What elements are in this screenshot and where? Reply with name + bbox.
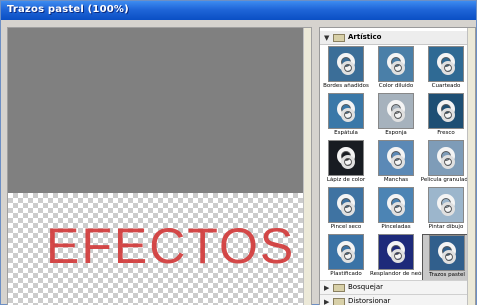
filter-label: Lápiz de color [326, 177, 366, 183]
knot-graphic [341, 249, 355, 263]
knot-graphic [341, 155, 355, 169]
filter-label: Espátula [334, 130, 358, 136]
knot-graphic [391, 202, 405, 216]
filter-thumbnail [328, 46, 364, 82]
category-distorsionar[interactable]: ▶ Distorsionar [320, 294, 469, 305]
filter-label: Pinceladas [381, 224, 411, 230]
filter-thumbnail [428, 187, 464, 223]
knot-graphic [441, 155, 455, 169]
category-label: Distorsionar [348, 297, 391, 305]
folder-icon [333, 34, 345, 42]
chevron-right-icon: ▶ [324, 284, 330, 292]
filter-thumbnail [429, 235, 465, 271]
filter-tile[interactable]: Fresco [422, 93, 470, 141]
filter-tile[interactable]: Lápiz de color [322, 140, 370, 188]
knot-graphic [341, 61, 355, 75]
filter-label: Resplandor de neón [370, 271, 422, 277]
knot-graphic [341, 108, 355, 122]
category-artistico[interactable]: ▼ Artístico [320, 31, 469, 45]
window-title: Trazos pastel (100%) [7, 4, 129, 15]
knot-graphic [341, 202, 355, 216]
filter-tile[interactable]: Esponja [372, 93, 420, 141]
folder-icon [333, 298, 345, 305]
filter-thumbnail [378, 234, 414, 270]
filter-tile[interactable]: Trazos pastel [422, 234, 470, 282]
filter-label: Fresco [437, 130, 455, 136]
filter-thumbnail [328, 187, 364, 223]
filter-gallery-panel: ▼ Artístico Bordes añadidos Color diluido… [319, 27, 476, 305]
filter-tile[interactable]: Pincel seco [322, 187, 370, 235]
preview-canvas[interactable]: EFECTOS [7, 27, 312, 305]
knot-graphic [391, 249, 405, 263]
knot-graphic [391, 155, 405, 169]
knot-graphic [441, 202, 455, 216]
filter-label: Bordes añadidos [323, 83, 369, 89]
filter-label: Trazos pastel [429, 272, 465, 278]
filter-tile[interactable]: Resplandor de neón [370, 234, 422, 282]
chevron-down-icon: ▼ [324, 34, 330, 42]
filter-thumbnail [328, 140, 364, 176]
knot-graphic [391, 61, 405, 75]
filter-label: Pincel seco [330, 224, 362, 230]
filter-thumbnail [428, 140, 464, 176]
preview-scrollbar[interactable] [303, 28, 311, 305]
filter-tile[interactable]: Plastificado [322, 234, 370, 282]
knot-graphic [441, 108, 455, 122]
title-bar[interactable]: Trazos pastel (100%) [1, 1, 476, 20]
filter-label: Manchas [383, 177, 409, 183]
filter-label: Pintar dibujo [428, 224, 464, 230]
filter-thumbnail [378, 46, 414, 82]
filter-tile[interactable]: Cuarteado [422, 46, 470, 94]
knot-graphic [442, 250, 456, 264]
filter-tile[interactable]: Espátula [322, 93, 370, 141]
filter-thumbnail [328, 93, 364, 129]
filter-tile[interactable]: Película granulada [420, 140, 472, 188]
filter-label: Cuarteado [431, 83, 461, 89]
filter-tile[interactable]: Color diluido [372, 46, 420, 94]
filter-tile[interactable]: Pintar dibujo [422, 187, 470, 235]
preview-text: EFECTOS [46, 218, 296, 274]
knot-graphic [441, 61, 455, 75]
filter-thumbnail [378, 93, 414, 129]
folder-icon [333, 284, 345, 292]
gallery-scrollbar[interactable] [467, 28, 475, 305]
filter-label: Esponja [385, 130, 407, 136]
filter-thumbnail [428, 93, 464, 129]
filter-tile[interactable]: Bordes añadidos [322, 46, 370, 94]
filter-thumbnail [378, 140, 414, 176]
category-bosquejar[interactable]: ▶ Bosquejar [320, 280, 469, 294]
category-label: Bosquejar [348, 283, 384, 291]
chevron-right-icon: ▶ [324, 298, 330, 305]
filter-label: Película granulada [420, 177, 472, 183]
filter-tile[interactable]: Manchas [372, 140, 420, 188]
category-label: Artístico [348, 33, 382, 41]
knot-graphic [391, 108, 405, 122]
filter-label: Plastificado [330, 271, 362, 277]
filter-label: Color diluido [378, 83, 414, 89]
filter-thumbnail [428, 46, 464, 82]
filter-tile[interactable]: Pinceladas [372, 187, 420, 235]
filter-thumbnail [328, 234, 364, 270]
filter-thumbnail [378, 187, 414, 223]
filter-gallery-window: Trazos pastel (100%) EFECTOS ▼ Artístico… [0, 0, 477, 305]
preview-pasteboard [8, 28, 305, 193]
